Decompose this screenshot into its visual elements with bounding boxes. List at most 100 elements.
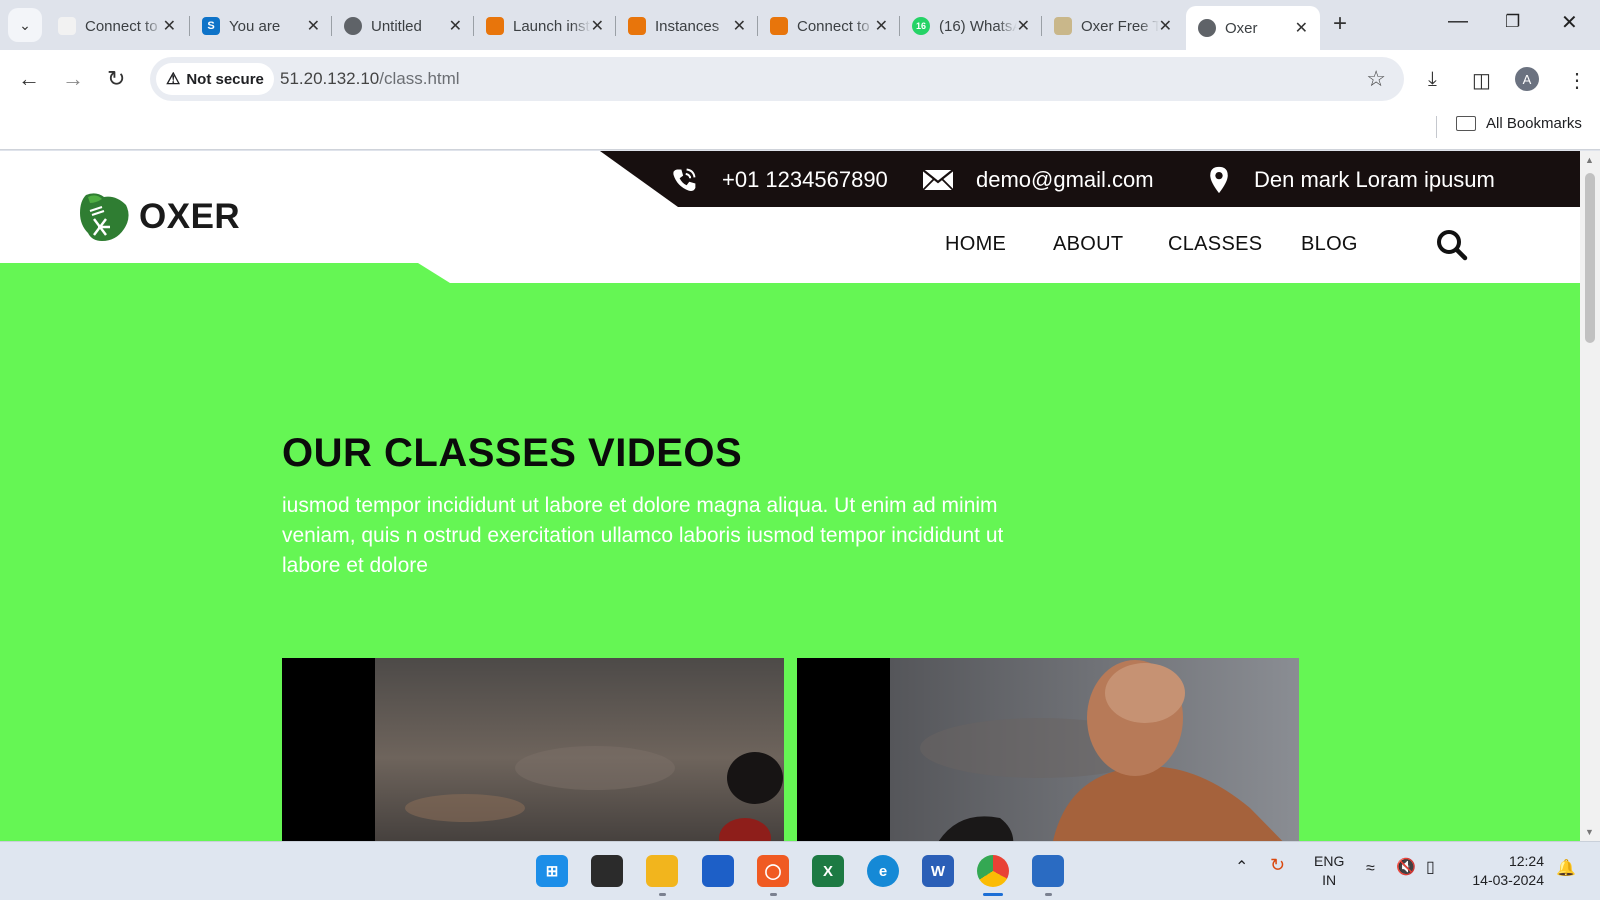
chevron-down-icon: ⌄ bbox=[19, 16, 31, 33]
excel-icon[interactable]: X bbox=[812, 855, 844, 887]
restore-icon[interactable]: ❐ bbox=[1505, 12, 1520, 32]
tab-title: Connect to instance bbox=[797, 17, 875, 35]
speaker-muted-icon[interactable]: 🔇 bbox=[1396, 858, 1416, 877]
kebab-menu-icon[interactable]: ⋮ bbox=[1567, 68, 1587, 93]
all-bookmarks-label: All Bookmarks bbox=[1486, 115, 1582, 132]
site-logo[interactable]: OXER bbox=[76, 189, 240, 245]
task-view-icon[interactable] bbox=[591, 855, 623, 887]
brave-browser-icon[interactable]: ◯ bbox=[757, 855, 789, 887]
contact-email[interactable]: demo@gmail.com bbox=[922, 166, 1154, 194]
edge-icon[interactable]: e bbox=[867, 855, 899, 887]
scroll-down-icon[interactable]: ▼ bbox=[1585, 827, 1594, 837]
tab-connect-windows[interactable]: Connect to Windows ✕ bbox=[46, 6, 188, 46]
warning-icon: ⚠ bbox=[166, 71, 181, 88]
microsoft-store-icon[interactable] bbox=[702, 855, 734, 887]
security-chip[interactable]: ⚠ Not secure bbox=[156, 63, 274, 95]
profile-avatar[interactable]: A bbox=[1515, 67, 1539, 91]
security-label: Not secure bbox=[186, 70, 264, 88]
tab-oxer-active[interactable]: Oxer ✕ bbox=[1186, 6, 1320, 50]
tab-you-are[interactable]: S You are ✕ bbox=[190, 6, 332, 46]
browser-toolbar: ← → ↻ ⚠ Not secure 51.20.132.10/class.ht… bbox=[0, 50, 1600, 108]
page-scrollbar[interactable]: ▲ ▼ bbox=[1580, 151, 1600, 841]
close-icon[interactable]: ✕ bbox=[1295, 18, 1308, 38]
url-path: /class.html bbox=[379, 69, 460, 88]
bookmarks-bar: All Bookmarks bbox=[0, 108, 1600, 150]
section-title: OUR CLASSES VIDEOS bbox=[282, 431, 743, 475]
contact-phone[interactable]: +01 1234567890 bbox=[668, 166, 888, 194]
word-icon[interactable]: W bbox=[922, 855, 954, 887]
back-arrow-icon[interactable]: ← bbox=[18, 66, 40, 92]
close-icon[interactable]: ✕ bbox=[1017, 16, 1030, 36]
bookmark-star-icon[interactable]: ☆ bbox=[1366, 66, 1386, 92]
language-indicator[interactable]: ENG IN bbox=[1314, 852, 1344, 890]
remote-desktop-icon[interactable] bbox=[1032, 855, 1064, 887]
aws-console-favicon-icon bbox=[770, 17, 788, 35]
class-video-1[interactable] bbox=[282, 658, 784, 841]
tab-whatsapp[interactable]: 16 (16) WhatsApp ✕ bbox=[900, 6, 1042, 46]
window-close-icon[interactable]: ✕ bbox=[1561, 10, 1578, 35]
reload-icon[interactable]: ↻ bbox=[107, 66, 125, 92]
tab-title: Connect to Windows bbox=[85, 17, 163, 35]
nav-about[interactable]: ABOUT bbox=[1053, 233, 1123, 256]
close-icon[interactable]: ✕ bbox=[163, 16, 176, 36]
close-icon[interactable]: ✕ bbox=[733, 16, 746, 36]
tab-title: You are bbox=[229, 17, 281, 35]
boxing-video-thumbnail-2 bbox=[890, 658, 1299, 841]
remote-desktop-favicon-icon bbox=[58, 17, 76, 35]
email-address: demo@gmail.com bbox=[976, 167, 1154, 192]
aws-console-favicon-icon bbox=[628, 17, 646, 35]
minimize-icon[interactable]: — bbox=[1448, 10, 1468, 33]
close-icon[interactable]: ✕ bbox=[591, 16, 604, 36]
side-panel-icon[interactable]: ◫ bbox=[1472, 68, 1491, 93]
tab-untitled[interactable]: Untitled ✕ bbox=[332, 6, 474, 46]
tab-search-button[interactable]: ⌄ bbox=[8, 8, 42, 42]
whatsapp-icon: 16 bbox=[912, 17, 930, 35]
template-favicon-icon bbox=[1054, 17, 1072, 35]
scrollbar-thumb[interactable] bbox=[1585, 173, 1595, 343]
close-icon[interactable]: ✕ bbox=[1159, 16, 1172, 36]
sync-icon[interactable]: ↻ bbox=[1270, 856, 1285, 875]
tab-title: Instances bbox=[655, 17, 720, 35]
nav-classes[interactable]: CLASSES bbox=[1168, 233, 1262, 256]
file-explorer-icon[interactable] bbox=[646, 855, 678, 887]
aws-console-favicon-icon bbox=[486, 17, 504, 35]
chrome-icon[interactable] bbox=[977, 855, 1009, 887]
nav-blog[interactable]: BLOG bbox=[1301, 233, 1358, 256]
tab-launch-instance[interactable]: Launch instance ✕ bbox=[474, 6, 616, 46]
language-code: ENG bbox=[1314, 853, 1345, 869]
url-text[interactable]: 51.20.132.10/class.html bbox=[280, 69, 460, 89]
tab-title: Launch instance bbox=[513, 17, 591, 35]
forward-arrow-icon[interactable]: → bbox=[62, 66, 84, 92]
battery-icon[interactable]: ▯ bbox=[1426, 858, 1435, 877]
tab-oxer-template[interactable]: Oxer Free Template ✕ bbox=[1042, 6, 1184, 46]
windows-start-icon[interactable]: ⊞ bbox=[536, 855, 568, 887]
address-bar[interactable]: ⚠ Not secure 51.20.132.10/class.html ☆ bbox=[150, 57, 1404, 101]
download-icon[interactable]: ⤓ bbox=[1428, 68, 1437, 91]
chevron-up-icon[interactable]: ⌃ bbox=[1235, 858, 1248, 877]
class-video-2[interactable] bbox=[797, 658, 1299, 841]
nav-home[interactable]: HOME bbox=[945, 233, 1006, 256]
clock[interactable]: 12:24 14-03-2024 bbox=[1468, 852, 1544, 890]
boxing-glove-logo-icon bbox=[80, 193, 129, 241]
search-icon[interactable] bbox=[1436, 229, 1468, 261]
clock-time: 12:24 bbox=[1508, 853, 1544, 869]
new-tab-button[interactable]: + bbox=[1333, 10, 1347, 38]
tab-title: Oxer bbox=[1225, 19, 1258, 37]
contact-address[interactable]: Den mark Loram ipusum bbox=[1206, 166, 1495, 194]
all-bookmarks-button[interactable]: All Bookmarks bbox=[1456, 115, 1582, 132]
section-description: iusmod tempor incididunt ut labore et do… bbox=[282, 494, 1004, 577]
tab-connect-instance[interactable]: Connect to instance ✕ bbox=[758, 6, 900, 46]
address-text: Den mark Loram ipusum bbox=[1254, 167, 1495, 192]
close-icon[interactable]: ✕ bbox=[449, 16, 462, 36]
wifi-icon[interactable]: ≈ bbox=[1366, 859, 1375, 878]
brand-name: OXER bbox=[139, 197, 241, 236]
tab-title: Oxer Free Template bbox=[1081, 17, 1159, 35]
tab-instances[interactable]: Instances ✕ bbox=[616, 6, 758, 46]
globe-icon bbox=[1198, 19, 1216, 37]
notification-bell-icon[interactable]: 🔔 bbox=[1556, 859, 1576, 878]
scroll-up-icon[interactable]: ▲ bbox=[1585, 155, 1594, 165]
close-icon[interactable]: ✕ bbox=[307, 16, 320, 36]
page-viewport: +01 1234567890 demo@gmail.com Den mark L… bbox=[0, 151, 1580, 841]
url-host: 51.20.132.10 bbox=[280, 69, 380, 88]
close-icon[interactable]: ✕ bbox=[875, 16, 888, 36]
